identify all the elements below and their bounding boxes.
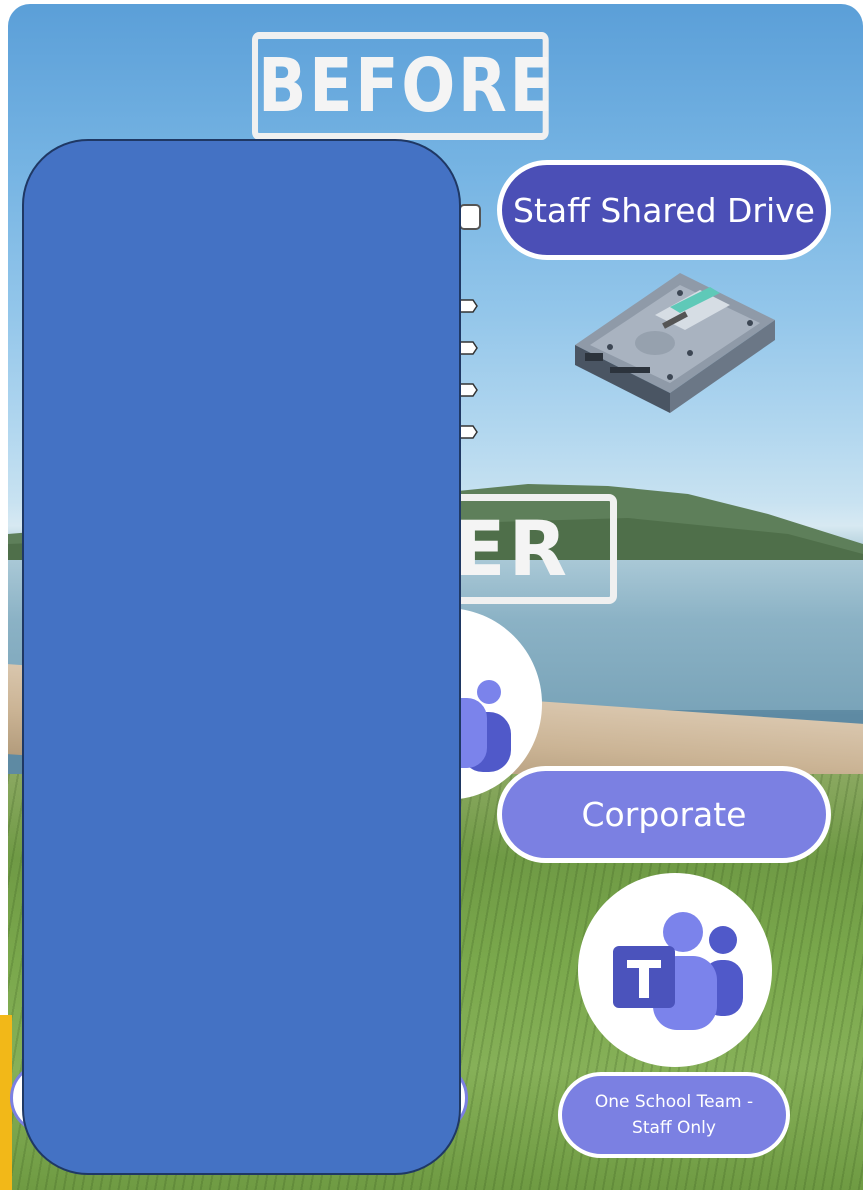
hard-drive-icon bbox=[575, 273, 775, 413]
before-stamp: BEFORE bbox=[252, 32, 553, 140]
one-school-team-label-line2: Staff Only bbox=[632, 1118, 716, 1138]
corporate-label: Corporate bbox=[581, 795, 747, 834]
one-school-team-label-line1: One School Team - bbox=[594, 1092, 754, 1112]
staff-shared-drive-label: Staff Shared Drive bbox=[513, 190, 815, 230]
staff-shared-drive-pill[interactable]: Staff Shared Drive bbox=[497, 160, 831, 260]
corporate-pill[interactable]: Corporate bbox=[497, 766, 831, 863]
folder-tab-icon bbox=[459, 204, 481, 230]
one-school-team-pill[interactable]: One School Team - Staff Only bbox=[558, 1072, 790, 1158]
microsoft-teams-icon bbox=[578, 873, 772, 1067]
redaction-box bbox=[22, 139, 461, 1175]
